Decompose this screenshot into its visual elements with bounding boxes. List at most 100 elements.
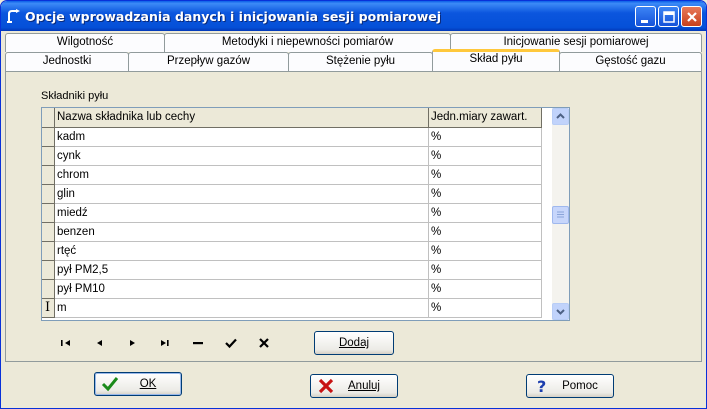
scroll-up-button[interactable] xyxy=(552,108,569,125)
column-header-unit[interactable]: Jedn.miary zawart. xyxy=(429,108,542,128)
cell-name[interactable]: m xyxy=(55,299,429,318)
add-button-label: Dodaj xyxy=(338,337,370,349)
help-button[interactable]: ? Pomoc xyxy=(526,374,614,398)
tab-label: Stężenie pyłu xyxy=(325,55,396,67)
first-icon xyxy=(61,340,70,346)
last-icon xyxy=(161,340,169,346)
cell-unit[interactable]: % xyxy=(429,223,542,242)
table-row[interactable]: benzen% xyxy=(42,223,542,242)
table-row[interactable]: Im% xyxy=(42,299,542,318)
scroll-thumb[interactable] xyxy=(552,206,569,224)
tab-label: Wilgotność xyxy=(56,36,114,48)
grip-icon xyxy=(557,211,564,218)
ok-button-label: OK xyxy=(139,378,157,390)
close-icon xyxy=(687,12,697,22)
cell-name[interactable]: miedź xyxy=(55,204,429,223)
cell-unit[interactable]: % xyxy=(429,280,542,299)
table-row[interactable]: chrom% xyxy=(42,166,542,185)
tab-sklad-pylu[interactable]: Skład pyłu xyxy=(432,49,560,71)
tab-wilgotnosc[interactable]: Wilgotność xyxy=(5,33,165,52)
nav-next-button[interactable] xyxy=(122,333,142,353)
cell-unit[interactable]: % xyxy=(429,242,542,261)
table-row[interactable]: kadm% xyxy=(42,128,542,147)
post-icon xyxy=(225,338,237,349)
delete-icon xyxy=(193,342,203,345)
ok-button[interactable]: OK xyxy=(94,372,182,396)
title-bar[interactable]: Opcje wprowadzania danych i inicjowania … xyxy=(1,1,706,31)
tab-gestosc-gazu[interactable]: Gęstość gazu xyxy=(559,52,702,71)
tab-label: Jednostki xyxy=(42,55,92,67)
tab-label: Skład pyłu xyxy=(469,53,523,65)
cell-unit[interactable]: % xyxy=(429,128,542,147)
maximize-button[interactable] xyxy=(658,6,679,27)
cell-name[interactable]: rtęć xyxy=(55,242,429,261)
row-indicator[interactable] xyxy=(42,280,55,299)
tab-label: Metodyki i niepewności pomiarów xyxy=(221,36,394,48)
nav-delete-button[interactable] xyxy=(188,333,208,353)
cell-name[interactable]: glin xyxy=(55,185,429,204)
tab-label: Inicjowanie sesji pomiarowej xyxy=(503,36,649,48)
cell-name[interactable]: cynk xyxy=(55,147,429,166)
row-indicator[interactable] xyxy=(42,223,55,242)
tab-metodyki[interactable]: Metodyki i niepewności pomiarów xyxy=(164,33,451,52)
cancel-button[interactable]: Anuluj xyxy=(310,374,398,398)
row-indicator[interactable] xyxy=(42,261,55,280)
row-indicator[interactable] xyxy=(42,204,55,223)
cell-unit[interactable]: % xyxy=(429,299,542,318)
components-grid[interactable]: Nazwa składnika lub cechy Jedn.miary zaw… xyxy=(41,107,570,321)
cell-name[interactable]: kadm xyxy=(55,128,429,147)
row-indicator[interactable]: I xyxy=(42,299,55,318)
table-row[interactable]: miedź% xyxy=(42,204,542,223)
dialog-window: Opcje wprowadzania danych i inicjowania … xyxy=(0,0,707,409)
cancel-button-label: Anuluj xyxy=(348,380,380,392)
next-icon xyxy=(130,340,135,346)
minimize-button[interactable] xyxy=(635,6,656,27)
tab-stezenie-pylu[interactable]: Stężenie pyłu xyxy=(288,52,433,71)
table-row[interactable]: rtęć% xyxy=(42,242,542,261)
cell-unit[interactable]: % xyxy=(429,185,542,204)
cell-name[interactable]: pył PM2,5 xyxy=(55,261,429,280)
tab-przeplyw-gazow[interactable]: Przepływ gazów xyxy=(128,52,289,71)
app-icon xyxy=(7,9,20,23)
nav-last-button[interactable] xyxy=(155,333,175,353)
tab-label: Przepływ gazów xyxy=(166,55,251,67)
cancel-x-icon xyxy=(318,378,334,394)
scroll-up-icon xyxy=(556,113,565,119)
cell-name[interactable]: pył PM10 xyxy=(55,280,429,299)
scroll-down-icon xyxy=(556,309,565,315)
nav-first-button[interactable] xyxy=(57,333,77,353)
table-row[interactable]: pył PM2,5% xyxy=(42,261,542,280)
row-indicator[interactable] xyxy=(42,242,55,261)
grid-indicator-header xyxy=(42,108,55,128)
cell-unit[interactable]: % xyxy=(429,166,542,185)
row-indicator[interactable] xyxy=(42,185,55,204)
add-button[interactable]: Dodaj xyxy=(314,331,394,355)
column-header-name[interactable]: Nazwa składnika lub cechy xyxy=(55,108,429,128)
window-title: Opcje wprowadzania danych i inicjowania … xyxy=(25,9,442,24)
cancel-icon xyxy=(259,338,269,348)
maximize-icon xyxy=(663,11,675,23)
row-indicator[interactable] xyxy=(42,166,55,185)
table-row[interactable]: pył PM10% xyxy=(42,280,542,299)
cell-name[interactable]: chrom xyxy=(55,166,429,185)
tab-jednostki[interactable]: Jednostki xyxy=(5,52,129,71)
section-label: Składniki pyłu xyxy=(41,90,109,102)
vertical-scrollbar[interactable] xyxy=(552,108,569,320)
nav-post-button[interactable] xyxy=(221,333,241,353)
nav-prior-button[interactable] xyxy=(90,333,110,353)
svg-text:?: ? xyxy=(537,377,546,395)
cell-unit[interactable]: % xyxy=(429,204,542,223)
row-indicator[interactable] xyxy=(42,128,55,147)
table-row[interactable]: glin% xyxy=(42,185,542,204)
close-button[interactable] xyxy=(681,6,702,27)
checkmark-icon xyxy=(101,377,119,392)
cell-name[interactable]: benzen xyxy=(55,223,429,242)
scroll-down-button[interactable] xyxy=(552,303,569,320)
prior-icon xyxy=(97,340,102,346)
cell-unit[interactable]: % xyxy=(429,147,542,166)
nav-cancel-button[interactable] xyxy=(254,333,274,353)
table-row[interactable]: cynk% xyxy=(42,147,542,166)
cell-unit[interactable]: % xyxy=(429,261,542,280)
tab-label: Gęstość gazu xyxy=(595,55,666,67)
row-indicator[interactable] xyxy=(42,147,55,166)
